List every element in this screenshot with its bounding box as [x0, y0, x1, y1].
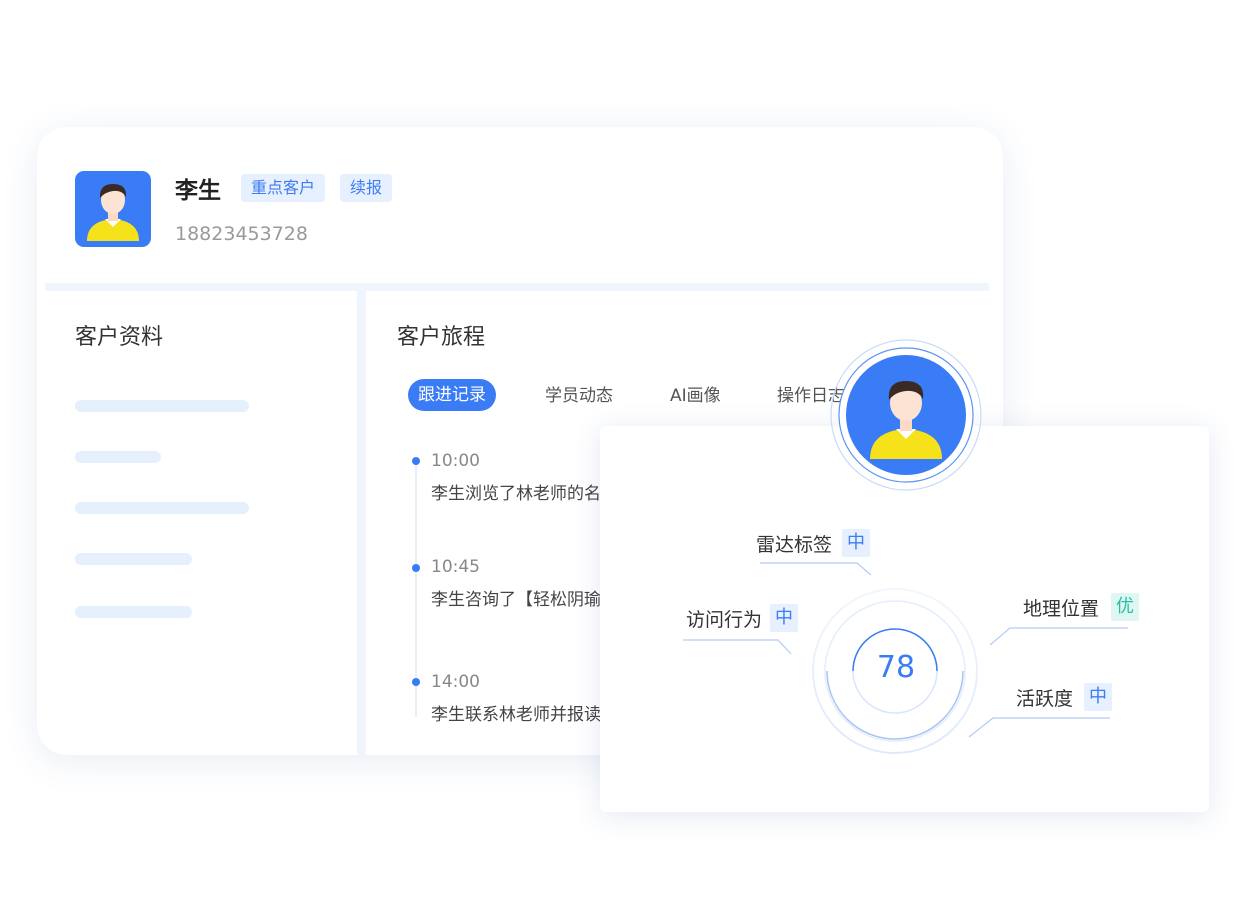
radar-label-location: 地理位置 [1023, 598, 1100, 620]
radar-level-badge: 优 [1111, 593, 1139, 621]
radar-label-activity: 活跃度 [1016, 688, 1074, 710]
profile-placeholder-line [75, 502, 249, 514]
leader-line [968, 717, 1110, 738]
timeline-dot [412, 457, 420, 465]
timeline-text: 李生联系林老师并报读 [431, 705, 601, 725]
tab-follow-up[interactable]: 跟进记录 [408, 379, 496, 411]
radar-level-badge: 中 [1084, 683, 1112, 711]
radar-level-badge: 中 [842, 529, 870, 557]
leader-line [989, 627, 1128, 646]
column-divider [357, 291, 366, 755]
journey-section-title: 客户旅程 [397, 325, 486, 350]
timeline-time: 10:00 [431, 451, 480, 471]
radar-level-badge: 中 [770, 604, 798, 632]
customer-name: 李生 [175, 178, 221, 204]
radar-label-visit-behavior: 访问行为 [686, 609, 763, 631]
timeline-text: 李生咨询了【轻松阴瑜 [431, 590, 601, 610]
tag-key-customer: 重点客户 [241, 174, 326, 202]
tag-renewal: 续报 [340, 174, 393, 202]
leader-line [760, 562, 872, 576]
profile-placeholder-line [75, 451, 161, 463]
leader-line [683, 639, 792, 655]
radar-score: 78 [876, 650, 916, 685]
radar-label-radar-tag: 雷达标签 [756, 534, 833, 556]
tab-ai-portrait[interactable]: AI画像 [670, 381, 721, 406]
timeline-text: 李生浏览了林老师的名 [431, 484, 601, 504]
timeline-time: 14:00 [431, 672, 480, 692]
timeline-time: 10:45 [431, 557, 480, 577]
profile-avatar-icon [830, 339, 982, 491]
profile-placeholder-line [75, 553, 192, 565]
customer-avatar[interactable] [75, 171, 151, 247]
header-divider [45, 283, 989, 291]
timeline-dot [412, 564, 420, 572]
profile-placeholder-line [75, 606, 192, 618]
tab-student-activity[interactable]: 学员动态 [545, 381, 613, 406]
person-avatar-icon [87, 184, 139, 241]
customer-phone: 18823453728 [175, 223, 308, 245]
timeline-dot [412, 678, 420, 686]
profile-section-title: 客户资料 [75, 325, 164, 350]
profile-placeholder-line [75, 400, 249, 412]
